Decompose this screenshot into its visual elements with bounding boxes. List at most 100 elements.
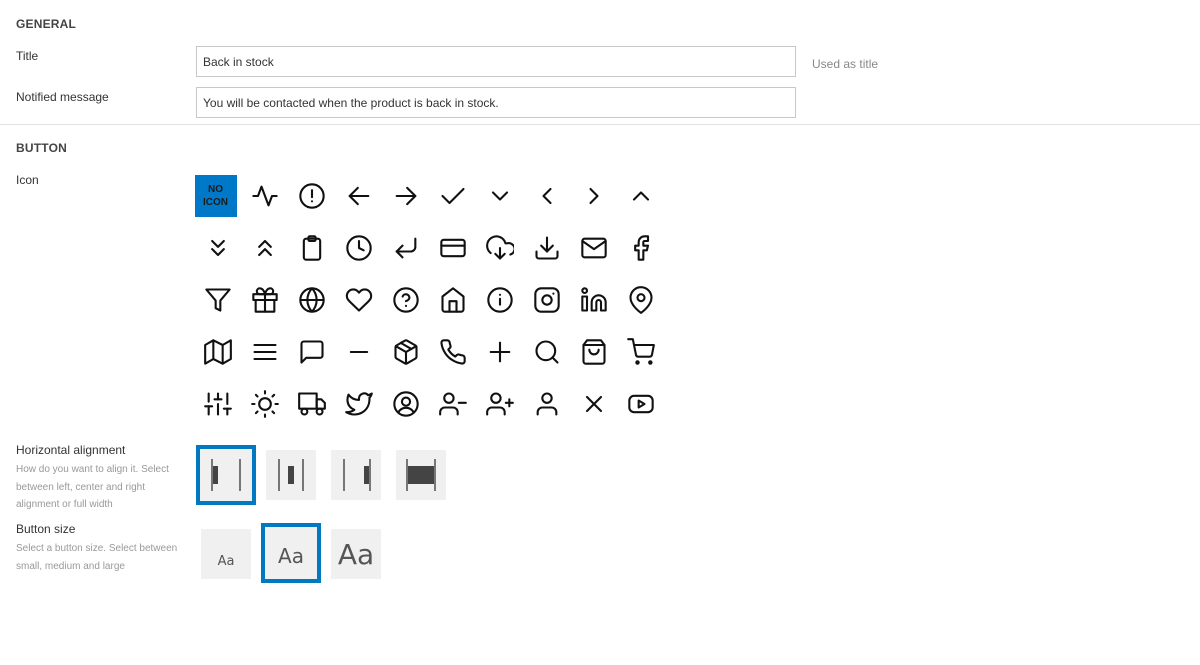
- button-section-title: BUTTON: [16, 141, 67, 155]
- chevron-left-icon: [541, 187, 552, 205]
- chevron-right-icon: [588, 187, 599, 205]
- icon-option-home[interactable]: [429, 274, 476, 326]
- icon-option-clock[interactable]: [335, 222, 382, 274]
- plus-icon: [489, 341, 510, 363]
- icon-option-clipboard[interactable]: [288, 222, 335, 274]
- filter-icon: [204, 288, 231, 312]
- icon-option-package[interactable]: [382, 326, 429, 378]
- icon-option-heart[interactable]: [335, 274, 382, 326]
- align-left-option[interactable]: [196, 445, 256, 505]
- icon-option-download-cloud[interactable]: [476, 222, 523, 274]
- user-plus-icon: [485, 392, 514, 416]
- size-medium-text: Aa: [278, 544, 304, 568]
- icon-option-download[interactable]: [523, 222, 570, 274]
- message-label: Notified message: [16, 90, 109, 104]
- size-medium-option[interactable]: Aa: [261, 523, 321, 583]
- icon-option-filter[interactable]: [194, 274, 241, 326]
- icon-option-globe[interactable]: [288, 274, 335, 326]
- clock-icon: [345, 235, 372, 261]
- icon-option-user-circle[interactable]: [382, 378, 429, 430]
- icon-option-user[interactable]: [523, 378, 570, 430]
- map-pin-icon: [628, 286, 653, 314]
- icon-option-info[interactable]: [476, 274, 523, 326]
- message-square-icon: [299, 340, 324, 364]
- globe-icon: [298, 287, 325, 313]
- icon-option-corner-down-left[interactable]: [382, 222, 429, 274]
- align-right-option[interactable]: [331, 450, 381, 500]
- icon-option-sliders[interactable]: [194, 378, 241, 430]
- icon-label: Icon: [16, 173, 39, 187]
- icon-option-chevrons-down[interactable]: [194, 222, 241, 274]
- icon-option-menu[interactable]: [241, 326, 288, 378]
- icon-option-arrow-left[interactable]: [335, 170, 382, 222]
- icon-option-user-plus[interactable]: [476, 378, 523, 430]
- icon-option-chevron-left[interactable]: [523, 170, 570, 222]
- size-small-option[interactable]: Aa: [201, 529, 251, 579]
- icon-option-credit-card[interactable]: [429, 222, 476, 274]
- download-cloud-icon: [485, 235, 514, 260]
- gift-icon: [251, 287, 278, 313]
- icon-option-activity[interactable]: [241, 170, 288, 222]
- icon-option-chevron-up[interactable]: [617, 170, 664, 222]
- check-icon: [440, 187, 465, 205]
- align-full-width-icon: [406, 459, 436, 491]
- align-right-icon: [343, 459, 371, 491]
- icon-option-phone[interactable]: [429, 326, 476, 378]
- help-circle-icon: [392, 287, 419, 313]
- icon-option-chevron-down[interactable]: [476, 170, 523, 222]
- mail-icon: [580, 237, 607, 259]
- icon-option-sun[interactable]: [241, 378, 288, 430]
- home-icon: [440, 287, 465, 313]
- icon-option-facebook[interactable]: [617, 222, 664, 274]
- chevron-down-icon: [491, 191, 508, 201]
- chevrons-down-icon: [210, 239, 225, 257]
- icon-option-instagram[interactable]: [523, 274, 570, 326]
- icon-option-search[interactable]: [523, 326, 570, 378]
- icon-option-shopping-cart[interactable]: [617, 326, 664, 378]
- corner-down-left-icon: [395, 237, 416, 259]
- icon-option-no-icon[interactable]: NO ICON: [194, 170, 241, 222]
- facebook-icon: [633, 235, 649, 261]
- icon-option-chevrons-up[interactable]: [241, 222, 288, 274]
- icon-option-plus[interactable]: [476, 326, 523, 378]
- align-left-icon: [211, 459, 241, 491]
- user-icon: [536, 392, 557, 416]
- section-divider: [0, 124, 1200, 125]
- icon-option-message-square[interactable]: [288, 326, 335, 378]
- icon-option-map-pin[interactable]: [617, 274, 664, 326]
- icon-option-map[interactable]: [194, 326, 241, 378]
- align-center-option[interactable]: [266, 450, 316, 500]
- package-icon: [393, 339, 418, 365]
- icon-option-mail[interactable]: [570, 222, 617, 274]
- general-section-title: GENERAL: [16, 17, 77, 31]
- icon-option-gift[interactable]: [241, 274, 288, 326]
- button-size-label: Button size: [16, 522, 76, 536]
- icon-option-truck[interactable]: [288, 378, 335, 430]
- align-center-icon: [278, 459, 304, 491]
- icon-option-minus[interactable]: [335, 326, 382, 378]
- icon-option-x[interactable]: [570, 378, 617, 430]
- phone-icon: [439, 339, 466, 365]
- size-large-option[interactable]: Aa: [331, 529, 381, 579]
- no-icon-text-line2: ICON: [203, 197, 228, 208]
- icon-option-shopping-bag[interactable]: [570, 326, 617, 378]
- size-small-text: Aa: [217, 553, 235, 569]
- icon-option-chevron-right[interactable]: [570, 170, 617, 222]
- icon-option-check[interactable]: [429, 170, 476, 222]
- icon-option-youtube[interactable]: [617, 378, 664, 430]
- icon-option-twitter[interactable]: [335, 378, 382, 430]
- shopping-bag-icon: [581, 339, 606, 365]
- credit-card-icon: [439, 238, 466, 258]
- chevron-up-icon: [632, 191, 649, 201]
- menu-icon: [252, 343, 277, 361]
- icon-option-alert-circle[interactable]: [288, 170, 335, 222]
- title-input[interactable]: [196, 46, 796, 77]
- icon-option-arrow-right[interactable]: [382, 170, 429, 222]
- notified-message-input[interactable]: [196, 87, 796, 118]
- align-full-width-option[interactable]: [396, 450, 446, 500]
- horizontal-alignment-description: How do you want to align it. Select betw…: [16, 464, 169, 510]
- icon-option-help-circle[interactable]: [382, 274, 429, 326]
- user-minus-icon: [438, 392, 467, 416]
- icon-option-linkedin[interactable]: [570, 274, 617, 326]
- icon-option-user-minus[interactable]: [429, 378, 476, 430]
